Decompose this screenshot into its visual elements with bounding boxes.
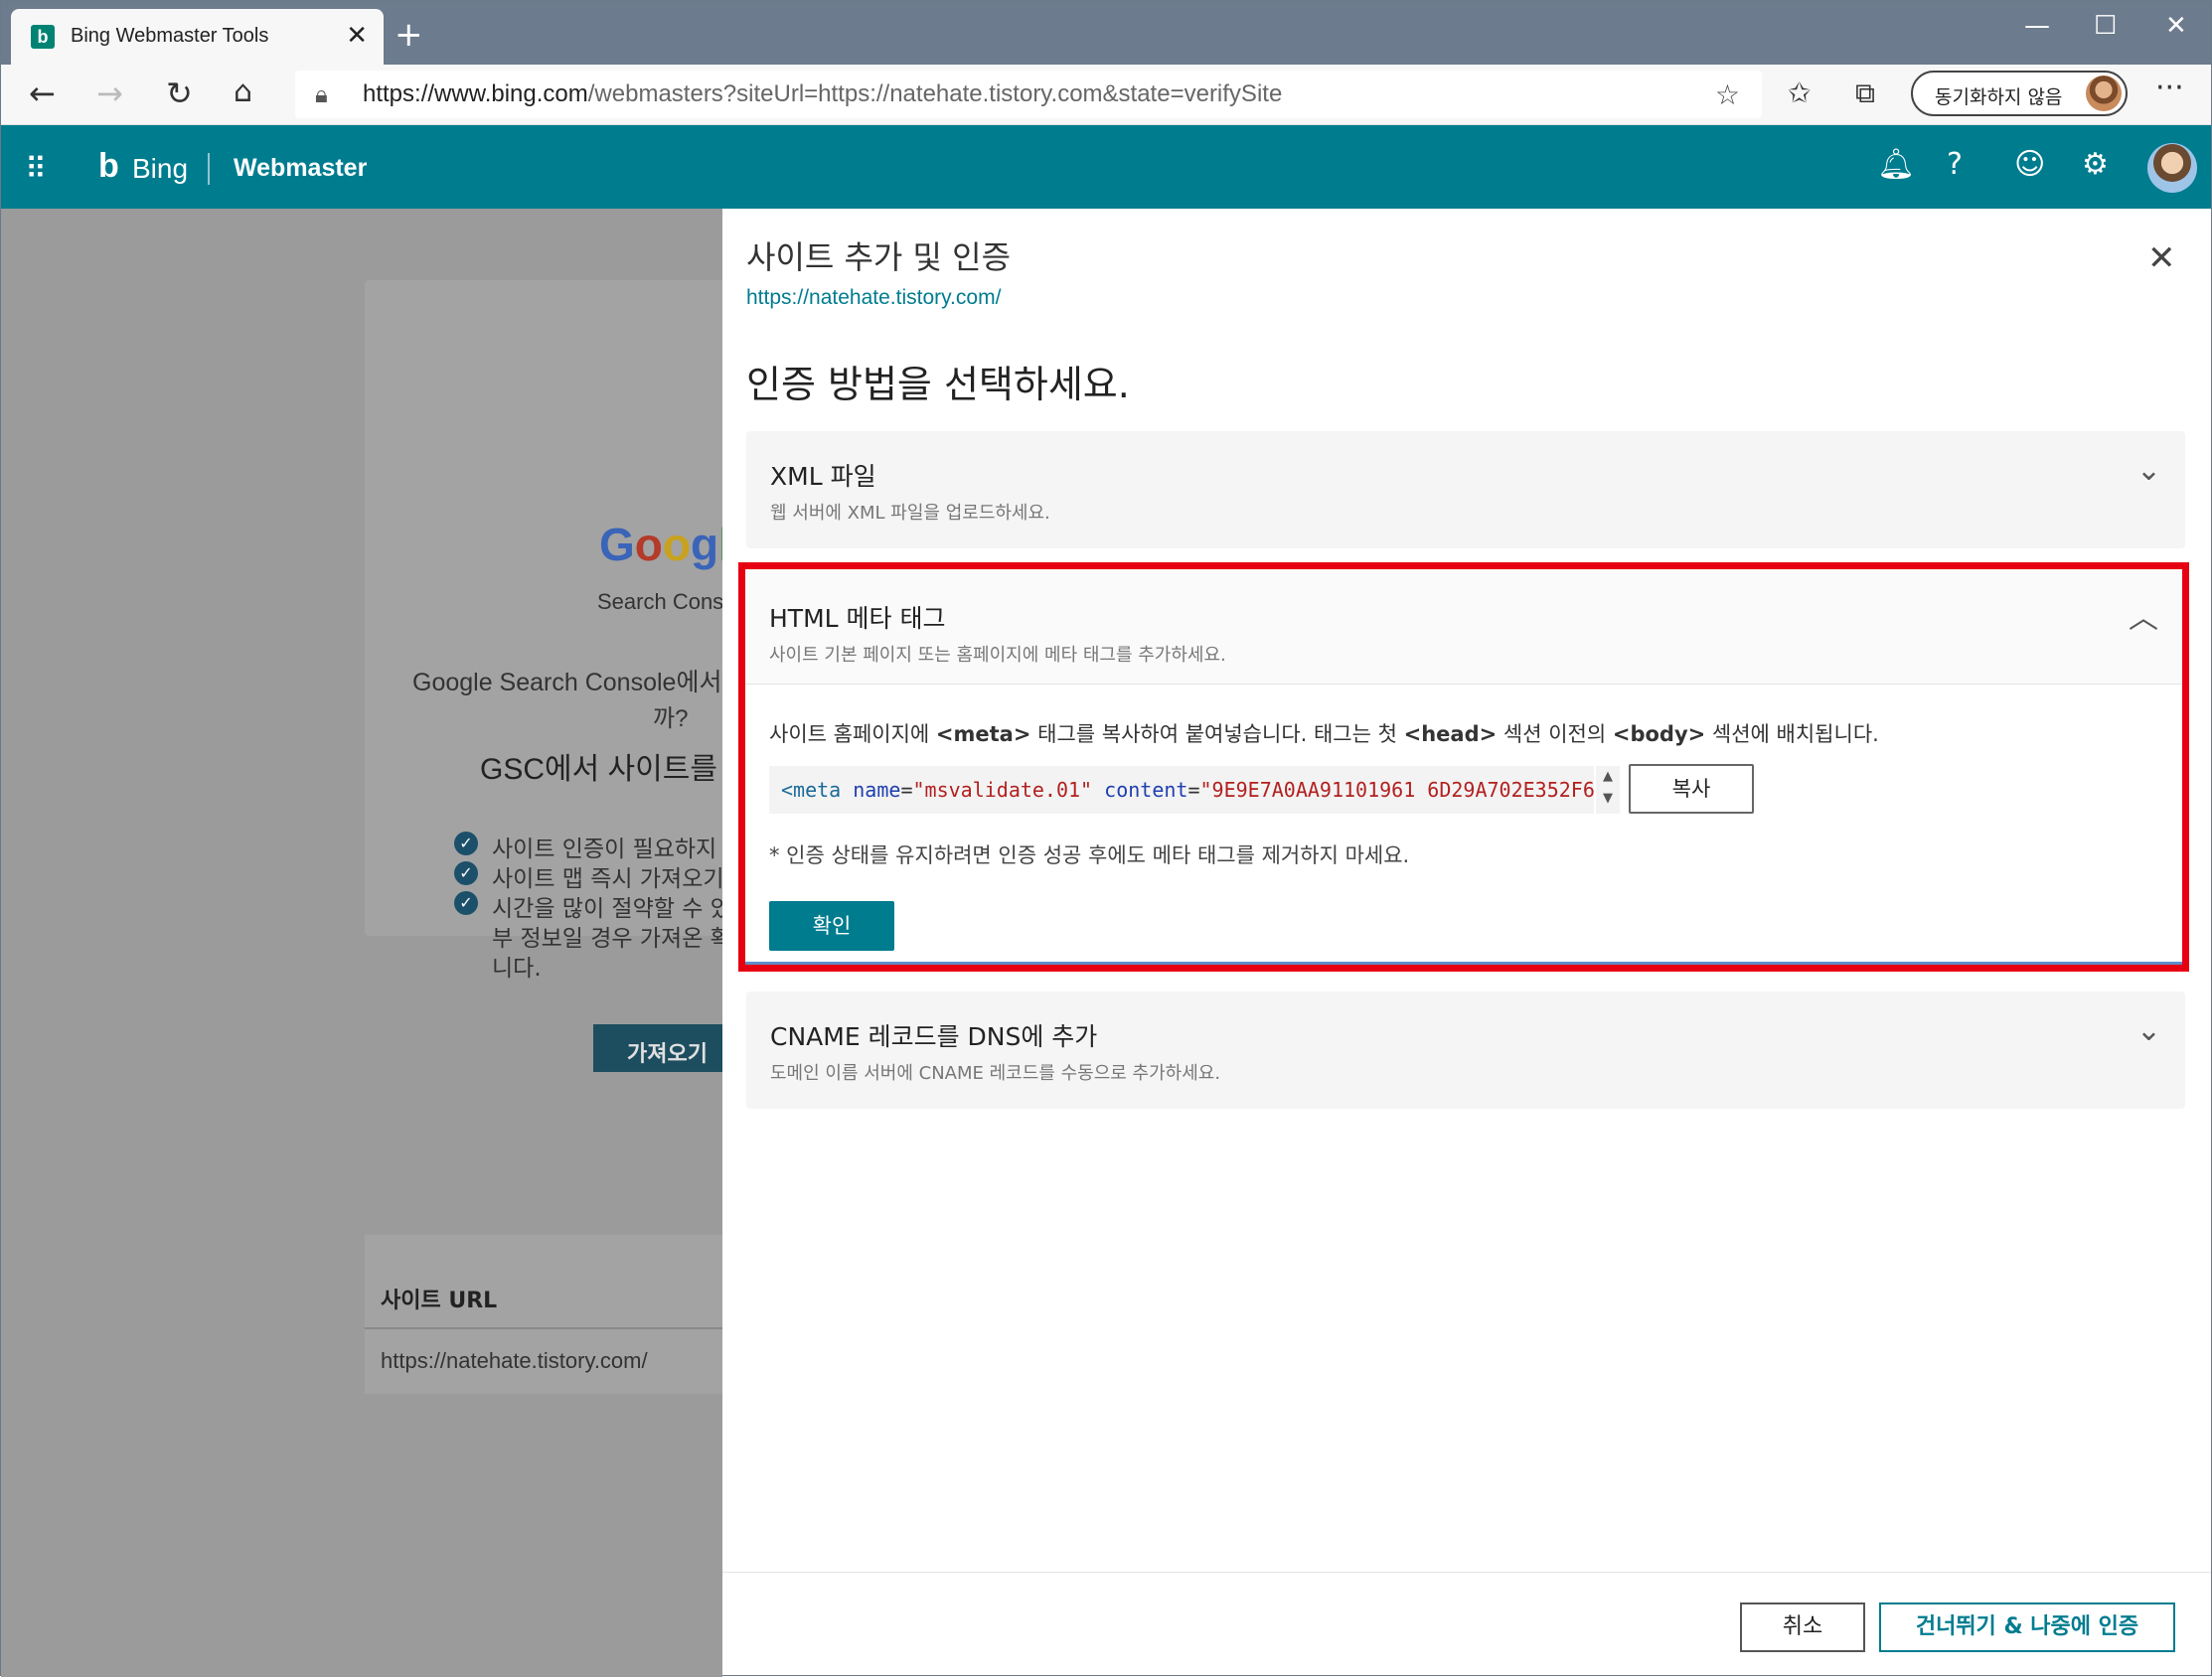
more-icon[interactable]: ··· (2155, 71, 2184, 105)
field-scroll-icon[interactable]: ▲ ▼ (1596, 766, 1620, 814)
title-bar: b Bing Webmaster Tools ✕ + — ☐ ✕ (1, 1, 2211, 65)
accordion-xml[interactable]: XML 파일 웹 서버에 XML 파일을 업로드하세요. ⌄ (746, 431, 2185, 548)
close-icon[interactable]: ✕ (2147, 238, 2176, 278)
gsc-benefit: 시간을 많이 절약할 수 있 (492, 896, 731, 922)
method-heading: 인증 방법을 선택하세요. (746, 363, 1130, 406)
gsc-benefit: 니다. (492, 956, 542, 982)
desc-code: <meta> (935, 722, 1031, 746)
tab-close-icon[interactable]: ✕ (346, 21, 368, 51)
url-path: /webmasters?siteUrl=https://natehate.tis… (587, 80, 1283, 107)
code-token: <meta (781, 778, 842, 802)
help-icon[interactable]: ? (1947, 147, 1963, 182)
gsc-question: Google Search Console에서 (412, 669, 722, 696)
chevron-down-icon[interactable]: ⌄ (2136, 1013, 2161, 1048)
collections-icon[interactable]: ⧉ (1855, 76, 1875, 110)
apps-icon[interactable]: ⠿ (25, 152, 47, 187)
gsc-benefit: 부 정보일 경우 가져온 확 (492, 926, 731, 952)
site-url-link[interactable]: https://natehate.tistory.com/ (746, 286, 1001, 310)
check-icon: ✓ (454, 861, 478, 885)
avatar[interactable] (2147, 143, 2197, 193)
star-icon[interactable]: ☆ (1715, 78, 1740, 111)
minimize-icon[interactable]: — (2024, 11, 2050, 41)
bing-logo-icon[interactable]: b (98, 147, 119, 186)
code-token: name (853, 778, 901, 802)
bing-header: ⠿ b Bing Webmaster 🔔︎ ? ☺ ⚙ (1, 125, 2211, 209)
sync-label: 동기화하지 않음 (1935, 86, 2063, 108)
table-divider (365, 1327, 762, 1329)
import-button: 가져오기 (593, 1024, 732, 1072)
browser-window: b Bing Webmaster Tools ✕ + — ☐ ✕ ← → ↻ ⌂… (0, 0, 2212, 1677)
gsc-benefit: 사이트 맵 즉시 가져오기 (492, 866, 724, 892)
code-token: "msvalidate.01" (912, 778, 1093, 802)
gsc-question-cont: 까? (653, 705, 689, 732)
gear-icon[interactable]: ⚙ (2082, 147, 2109, 182)
accordion-html-header[interactable]: HTML 메타 태그 사이트 기본 페이지 또는 홈페이지에 메타 태그를 추가… (745, 569, 2182, 685)
code-token: "9E9E7A0AA91101961 6D29A702E352F6C" (1199, 778, 1595, 802)
new-tab-icon[interactable]: + (395, 15, 423, 55)
check-icon: ✓ (454, 891, 478, 915)
table-row: https://natehate.tistory.com/ (381, 1348, 648, 1373)
panel-footer: 취소 건너뛰기 & 나중에 인증 (722, 1572, 2211, 1675)
profile-sync-button[interactable]: 동기화하지 않음 (1911, 71, 2128, 116)
desc-text: 섹션 이전의 (1497, 722, 1613, 746)
address-row: ← → ↻ ⌂ 🔒︎ https://www.bing.com/webmaste… (1, 65, 2211, 125)
refresh-icon[interactable]: ↻ (166, 75, 193, 112)
accordion-underline (745, 962, 2182, 965)
desc-text: 태그를 복사하여 붙여넣습니다. 태그는 첫 (1030, 722, 1404, 746)
tab-title: Bing Webmaster Tools (71, 25, 269, 47)
gsc-heading: GSC에서 사이트를 : (480, 753, 734, 786)
accordion-html-meta: HTML 메타 태그 사이트 기본 페이지 또는 홈페이지에 메타 태그를 추가… (745, 569, 2182, 965)
back-icon[interactable]: ← (29, 75, 56, 112)
check-icon: ✓ (454, 832, 478, 855)
desc-text: 사이트 홈페이지에 (769, 722, 936, 746)
skip-verify-later-button[interactable]: 건너뛰기 & 나중에 인증 (1879, 1602, 2175, 1652)
cname-title: CNAME 레코드를 DNS에 추가 (770, 1022, 1098, 1051)
avatar (2086, 76, 2122, 111)
cancel-button[interactable]: 취소 (1740, 1602, 1865, 1652)
highlight-box: HTML 메타 태그 사이트 기본 페이지 또는 홈페이지에 메타 태그를 추가… (738, 562, 2189, 972)
chevron-up-icon[interactable]: ︿ (2129, 593, 2158, 637)
forward-icon[interactable]: → (96, 75, 123, 112)
panel-title: 사이트 추가 및 인증 (746, 238, 1012, 276)
html-title: HTML 메타 태그 (769, 604, 946, 633)
verify-panel: 사이트 추가 및 인증 https://natehate.tistory.com… (722, 209, 2211, 1675)
gsc-benefit: 사이트 인증이 필요하지 (492, 837, 717, 862)
desc-code: <head> (1403, 722, 1498, 746)
confirm-button[interactable]: 확인 (769, 901, 894, 951)
header-divider (208, 153, 210, 185)
google-sub: Search Consc (597, 589, 735, 614)
copy-button[interactable]: 복사 (1629, 764, 1754, 814)
smiley-icon[interactable]: ☺ (2014, 147, 2045, 182)
google-logo: Googl (599, 519, 731, 570)
xml-subtitle: 웹 서버에 XML 파일을 업로드하세요. (770, 503, 1050, 524)
bing-favicon-icon: b (31, 25, 55, 49)
url-text[interactable]: https://www.bing.com/webmasters?siteUrl=… (363, 80, 1282, 108)
maximize-icon[interactable]: ☐ (2094, 11, 2117, 41)
chevron-down-icon[interactable]: ⌄ (2136, 453, 2161, 488)
bing-brand[interactable]: Bing (132, 153, 188, 185)
code-token: content (1104, 778, 1188, 802)
meta-note: * 인증 상태를 유지하려면 인증 성공 후에도 메타 태그를 제거하지 마세요… (769, 843, 1410, 867)
favorites-icon[interactable]: ✩ (1788, 76, 1811, 109)
desc-text: 섹션에 배치됩니다. (1705, 722, 1879, 746)
address-bar[interactable]: 🔒︎ https://www.bing.com/webmasters?siteU… (295, 71, 1762, 118)
table-header: 사이트 URL (381, 1289, 498, 1313)
browser-tab[interactable]: b Bing Webmaster Tools ✕ (11, 9, 384, 65)
product-name[interactable]: Webmaster (234, 154, 367, 183)
accordion-cname[interactable]: CNAME 레코드를 DNS에 추가 도메인 이름 서버에 CNAME 레코드를… (746, 991, 2185, 1109)
window-close-icon[interactable]: ✕ (2165, 11, 2187, 41)
xml-title: XML 파일 (770, 462, 876, 491)
meta-tag-field[interactable]: <meta name="msvalidate.01" content="9E9E… (769, 766, 1594, 814)
html-subtitle: 사이트 기본 페이지 또는 홈페이지에 메타 태그를 추가하세요. (769, 645, 1226, 666)
lock-icon[interactable]: 🔒︎ (315, 80, 328, 108)
desc-code: <body> (1612, 722, 1706, 746)
home-icon[interactable]: ⌂ (234, 75, 252, 109)
bell-icon[interactable]: 🔔︎ (1877, 147, 1915, 182)
meta-instructions: 사이트 홈페이지에 <meta> 태그를 복사하여 붙여넣습니다. 태그는 첫 … (769, 718, 1879, 748)
url-host: https://www.bing.com (363, 80, 588, 107)
cname-subtitle: 도메인 이름 서버에 CNAME 레코드를 수동으로 추가하세요. (770, 1063, 1221, 1084)
